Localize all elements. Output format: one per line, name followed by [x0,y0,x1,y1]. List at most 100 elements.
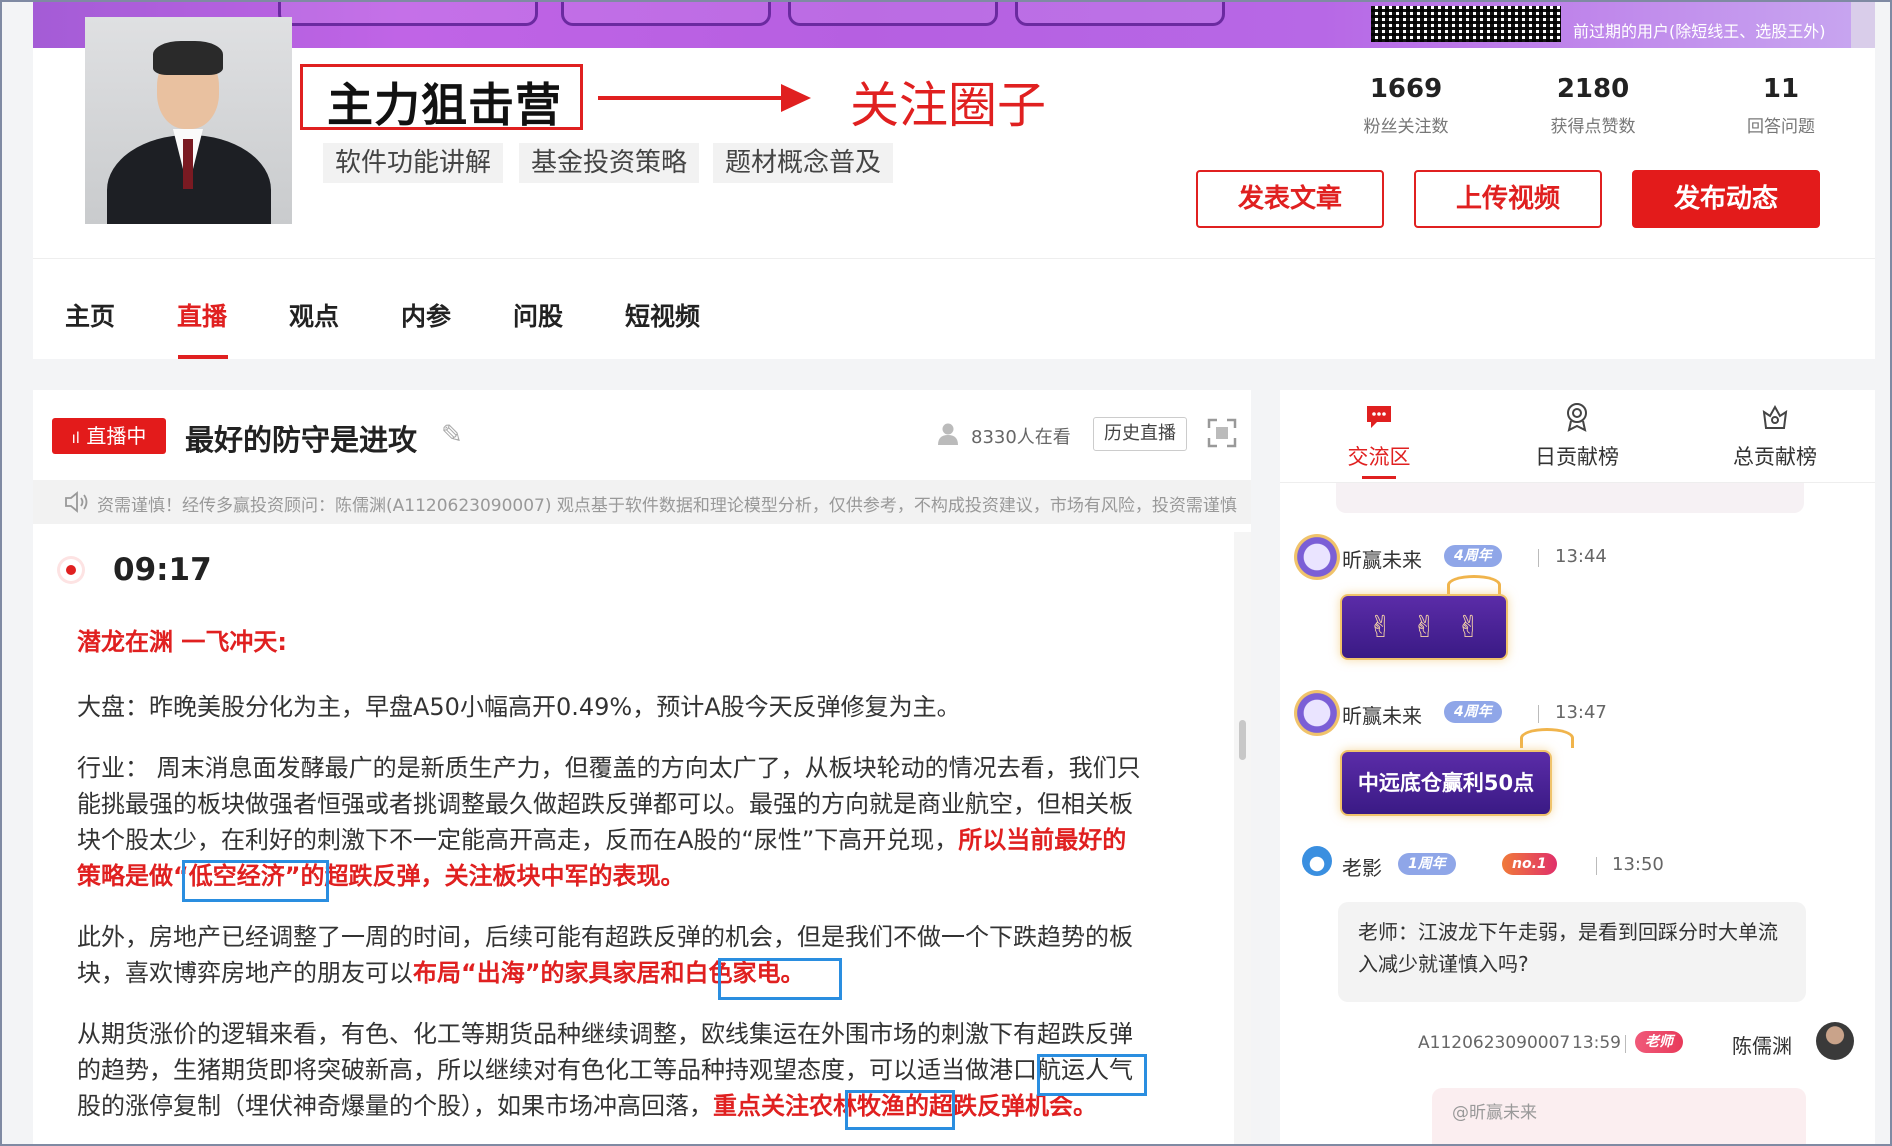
upload-video-button[interactable]: 上传视频 [1414,170,1602,228]
chat-tab-daily-rank[interactable]: 日贡献榜 [1502,390,1652,480]
tag[interactable]: 软件功能讲解 [323,143,504,183]
fullscreen-icon[interactable] [1207,418,1237,448]
banner-note: 前过期的用户(除短线王、选股王外) [1573,22,1826,41]
profile-tabs: 主页 直播 观点 内参 问股 短视频 [33,258,1875,359]
message-time: 13:50 [1612,854,1664,875]
tag[interactable]: 基金投资策略 [519,143,700,183]
banner-button[interactable] [1015,0,1225,26]
scrollbar[interactable] [1234,532,1251,1146]
teacher-badge: 老师 [1635,1031,1683,1053]
post-text: 股的涨停复制（埋伏神奇爆量的个股），如果市场冲高回落， [77,1092,713,1120]
viewers-icon [938,423,958,445]
post-emphasis: 所以当前最好的 [958,826,1127,854]
live-header: ıl 直播中 最好的防守是进攻 ✎ 8330人在看 历史直播 [33,390,1251,480]
tab-ask-stock[interactable]: 问股 [513,297,563,333]
message-time: 13:59 [1572,1033,1621,1053]
post-line: 能挑最强的板块做强者恒强或者挑调整最久做超跌反弹都可以。最强的方向就是商业航空，… [77,790,1133,818]
annotation-box-agriculture [845,1090,955,1130]
chat-panel: 交流区 日贡献榜 总贡献榜 昕赢未来 4周年 13:44 ✌ ✌ ✌ 昕赢未来 … [1280,390,1875,1146]
teacher-id: A1120623090007 [1418,1033,1571,1053]
publish-post-button[interactable]: 发布动态 [1632,170,1820,228]
post-time: 09:17 [113,552,212,588]
tag[interactable]: 题材概念普及 [713,143,894,183]
anniversary-badge: 4周年 [1444,701,1502,723]
medal-icon [1567,403,1587,432]
qr-code [1371,6,1561,42]
sticker-crown [1520,728,1574,748]
risk-notice-bar: 资需谨慎！经传多赢投资顾问：陈儒渊(A1120623090007) 观点基于软件… [33,480,1251,524]
viewer-count: 8330人在看 [971,427,1071,448]
chat-tab-label: 日贡献榜 [1535,445,1619,469]
user-name[interactable]: 昕赢未来 [1342,700,1422,729]
user-name[interactable]: 昕赢未来 [1342,544,1422,573]
peace-hand-icon: ✌ [1412,610,1438,645]
emoji-sticker: ✌ ✌ ✌ [1340,594,1508,660]
tab-home[interactable]: 主页 [65,297,115,333]
live-badge: ıl 直播中 [52,418,166,454]
post-line: 从期货涨价的逻辑来看，有色、化工等期货品种继续调整，欧线集运在外围市场的刺激下有… [77,1020,1133,1048]
stat-likes: 2180 获得点赞数 [1523,74,1663,137]
history-live-button[interactable]: 历史直播 [1093,417,1187,451]
stat-value: 2180 [1556,74,1630,104]
teacher-name[interactable]: 陈儒渊 [1732,1030,1792,1059]
banner-button[interactable] [561,0,771,26]
tab-insider[interactable]: 内参 [401,297,451,333]
stat-answers: 11 回答问题 [1711,74,1851,137]
live-bars-icon: ıl [71,429,80,447]
message-time: 13:44 [1555,546,1607,567]
post-paragraph: 大盘：昨晚美股分化为主，早盘A50小幅高开0.49%，预计A股今天反弹修复为主。 [77,693,961,721]
annotation-arrow [598,96,788,100]
live-badge-label: 直播中 [86,424,147,448]
post-article-button[interactable]: 发表文章 [1196,170,1384,228]
annotation-box-port-shipping [1037,1054,1147,1096]
stat-value: 1669 [1369,74,1443,104]
tab-short-video[interactable]: 短视频 [625,297,700,333]
user-avatar[interactable] [1302,846,1332,876]
reply-bubble: @昕赢未来 [1432,1088,1806,1146]
separator [1625,1035,1626,1053]
post-line: 块个股太少，在利好的刺激下不一定能高开高走，反而在A股的“尿性”下高开兑现，所以… [77,822,1237,858]
chat-tab-indicator [1362,476,1396,479]
post-text: 块，喜欢博弈房地产的朋友可以 [77,959,413,987]
sticker-text: 中远底仓赢利50点 [1357,771,1535,795]
active-tab-indicator [178,355,228,359]
peace-hand-icon: ✌ [1456,610,1482,645]
post-heading: 潜龙在渊 一飞冲天: [77,628,287,656]
annotation-box-appliances [718,958,842,1000]
stat-value: 11 [1762,74,1800,104]
banner-button[interactable] [278,0,538,26]
avatar [85,17,292,224]
post-line: 块，喜欢博弈房地产的朋友可以布局“出海”的家具家居和白色家电。 [77,955,1237,991]
separator [1538,549,1539,567]
message-bubble: 老师：江波龙下午走弱，是看到回踩分时大单流入减少就谨慎入吗? [1338,902,1806,1002]
scroll-thumb[interactable] [1239,720,1246,760]
trophy-icon [1762,404,1788,429]
speaker-icon [65,491,88,513]
message-bubble-partial [1336,483,1804,513]
anniversary-badge: 4周年 [1444,545,1502,567]
profile-title: 主力狙击营 [327,78,562,132]
separator [1596,857,1597,875]
promo-banner[interactable]: 前过期的用户(除短线王、选股王外) [33,0,1875,48]
stat-fans: 1669 粉丝关注数 [1336,74,1476,137]
annotation-box-low-altitude [182,860,329,902]
chat-tab-total-rank[interactable]: 总贡献榜 [1700,390,1850,480]
text-sticker: 中远底仓赢利50点 [1340,750,1552,816]
profile-header: 前过期的用户(除短线王、选股王外) 主力狙击营 关注圈子 软件功能讲解 基金投资… [33,0,1875,258]
pencil-icon[interactable]: ✎ [441,420,463,450]
user-avatar[interactable] [1294,534,1340,580]
rank-badge: no.1 [1502,853,1557,875]
anniversary-badge: 1周年 [1398,853,1456,875]
chat-tab-discussion[interactable]: 交流区 [1304,390,1454,480]
user-avatar[interactable] [1294,690,1340,736]
stat-label: 回答问题 [1747,117,1815,137]
annotation-label: 关注圈子 [850,77,1047,134]
user-name[interactable]: 老影 [1342,852,1382,881]
timeline-dot [60,559,82,581]
tab-live[interactable]: 直播 [177,297,227,333]
teacher-avatar[interactable] [1816,1022,1854,1060]
sticker-crown [1447,575,1501,595]
banner-button[interactable] [788,0,998,26]
tab-views[interactable]: 观点 [289,297,339,333]
risk-notice-text: 资需谨慎！经传多赢投资顾问：陈儒渊(A1120623090007) 观点基于软件… [97,496,1237,516]
